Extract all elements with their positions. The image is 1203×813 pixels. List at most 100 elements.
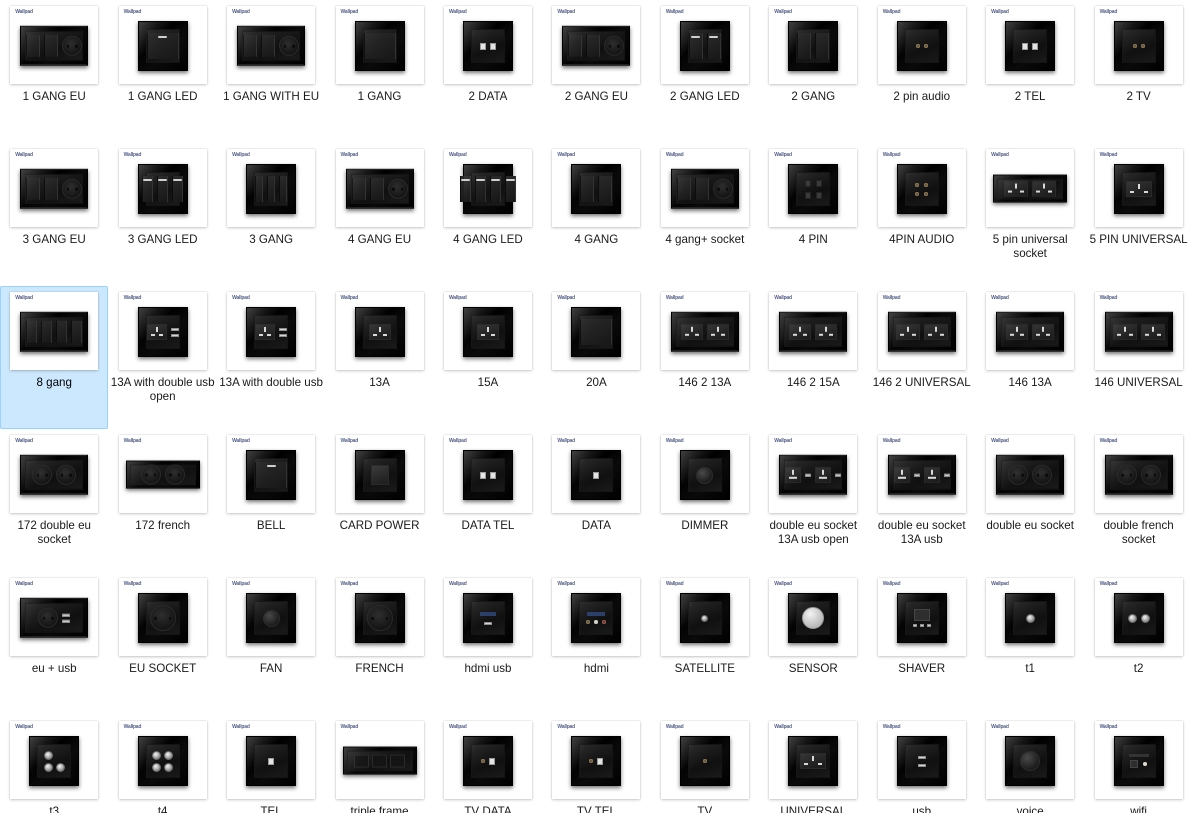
grid-item[interactable]: Wallpad 1 GANG LED bbox=[108, 0, 216, 143]
grid-item[interactable]: Wallpad 13A bbox=[325, 286, 433, 429]
device-panel bbox=[246, 164, 297, 214]
product-photo: Wallpad bbox=[769, 6, 858, 84]
device-face bbox=[796, 744, 831, 778]
grid-item[interactable]: Wallpad double eu socket bbox=[976, 429, 1084, 572]
product-photo: Wallpad bbox=[118, 578, 207, 656]
grid-item[interactable]: Wallpad SHAVER bbox=[868, 572, 976, 715]
grid-item[interactable]: Wallpad 4 GANG LED bbox=[434, 143, 542, 286]
grid-item[interactable]: Wallpad double french socket bbox=[1084, 429, 1192, 572]
device-face bbox=[1121, 601, 1156, 635]
grid-item[interactable]: Wallpad 2 GANG LED bbox=[651, 0, 759, 143]
grid-item[interactable]: Wallpad 1 GANG WITH EU bbox=[217, 0, 325, 143]
grid-item[interactable]: Wallpad 2 pin audio bbox=[868, 0, 976, 143]
device-panel bbox=[896, 736, 947, 786]
thumbnail: Wallpad bbox=[8, 434, 100, 514]
grid-item[interactable]: Wallpad 1 GANG bbox=[325, 0, 433, 143]
product-photo: Wallpad bbox=[118, 6, 207, 84]
watermark-logo: Wallpad bbox=[882, 8, 901, 16]
device-panel bbox=[1005, 21, 1056, 71]
device-panel bbox=[571, 736, 622, 786]
grid-item[interactable]: Wallpad usb bbox=[868, 715, 976, 813]
product-photo: Wallpad bbox=[227, 435, 316, 513]
grid-item[interactable]: Wallpad 172 french bbox=[108, 429, 216, 572]
grid-item[interactable]: Wallpad hdmi usb bbox=[434, 572, 542, 715]
grid-item[interactable]: Wallpad 146 2 UNIVERSAL bbox=[868, 286, 976, 429]
grid-item[interactable]: Wallpad 4PIN AUDIO bbox=[868, 143, 976, 286]
grid-item[interactable]: Wallpad t4 bbox=[108, 715, 216, 813]
item-label: 1 GANG WITH EU bbox=[223, 90, 320, 103]
grid-item[interactable]: Wallpad 172 double eu socket bbox=[0, 429, 108, 572]
grid-item[interactable]: Wallpad 4 PIN bbox=[759, 143, 867, 286]
grid-item[interactable]: Wallpad TV TEL bbox=[542, 715, 650, 813]
device-panel bbox=[137, 736, 188, 786]
grid-item[interactable]: Wallpad FAN bbox=[217, 572, 325, 715]
grid-item[interactable]: Wallpad 2 TEL bbox=[976, 0, 1084, 143]
grid-item[interactable]: Wallpad UNIVERSAL bbox=[759, 715, 867, 813]
grid-item[interactable]: Wallpad 1 GANG EU bbox=[0, 0, 108, 143]
grid-item[interactable]: Wallpad eu + usb bbox=[0, 572, 108, 715]
grid-item[interactable]: Wallpad wifi bbox=[1084, 715, 1192, 813]
grid-item[interactable]: Wallpad 4 gang+ socket bbox=[651, 143, 759, 286]
grid-item[interactable]: Wallpad 146 2 13A bbox=[651, 286, 759, 429]
grid-item[interactable]: Wallpad DATA TEL bbox=[434, 429, 542, 572]
device-panel bbox=[896, 21, 947, 71]
device-face bbox=[904, 172, 939, 206]
item-label: 2 DATA bbox=[468, 90, 508, 103]
grid-item[interactable]: Wallpad 5 PIN UNIVERSAL bbox=[1084, 143, 1192, 286]
watermark-logo: Wallpad bbox=[15, 580, 33, 588]
grid-item[interactable]: Wallpad 2 TV bbox=[1084, 0, 1192, 143]
thumbnail-grid[interactable]: Wallpad 1 GANG EU Wallpad 1 GANG LED Wallpad… bbox=[0, 0, 1203, 813]
grid-item[interactable]: Wallpad 3 GANG EU bbox=[0, 143, 108, 286]
device-panel bbox=[462, 450, 513, 500]
watermark-logo: Wallpad bbox=[232, 8, 250, 16]
grid-item[interactable]: Wallpad 20A bbox=[542, 286, 650, 429]
grid-item[interactable]: Wallpad 3 GANG LED bbox=[108, 143, 216, 286]
watermark-logo: Wallpad bbox=[232, 723, 250, 731]
grid-item[interactable]: Wallpad DIMMER bbox=[651, 429, 759, 572]
grid-item[interactable]: Wallpad 146 13A bbox=[976, 286, 1084, 429]
grid-item[interactable]: Wallpad 2 GANG EU bbox=[542, 0, 650, 143]
grid-item[interactable]: Wallpad BELL bbox=[217, 429, 325, 572]
grid-item[interactable]: Wallpad voice bbox=[976, 715, 1084, 813]
grid-item[interactable]: Wallpad TV bbox=[651, 715, 759, 813]
product-photo: Wallpad bbox=[769, 292, 858, 370]
grid-item[interactable]: Wallpad SATELLITE bbox=[651, 572, 759, 715]
grid-item[interactable]: Wallpad TEL bbox=[217, 715, 325, 813]
thumbnail: Wallpad bbox=[876, 291, 968, 371]
grid-item[interactable]: Wallpad 8 gang bbox=[0, 286, 109, 429]
grid-item[interactable]: Wallpad 4 GANG EU bbox=[325, 143, 433, 286]
thumbnail: Wallpad bbox=[117, 5, 209, 85]
device-panel bbox=[779, 454, 848, 495]
grid-item[interactable]: Wallpad DATA bbox=[542, 429, 650, 572]
grid-item[interactable]: Wallpad 13A with double usb bbox=[217, 286, 325, 429]
grid-item[interactable]: Wallpad 2 DATA bbox=[434, 0, 542, 143]
grid-item[interactable]: Wallpad TV DATA bbox=[434, 715, 542, 813]
grid-item[interactable]: Wallpad 5 pin universal socket bbox=[976, 143, 1084, 286]
grid-item[interactable]: Wallpad 2 GANG bbox=[759, 0, 867, 143]
grid-item[interactable]: Wallpad t2 bbox=[1084, 572, 1192, 715]
grid-item[interactable]: Wallpad 15A bbox=[434, 286, 542, 429]
grid-item[interactable]: Wallpad hdmi bbox=[542, 572, 650, 715]
product-photo: Wallpad bbox=[986, 435, 1075, 513]
device-face bbox=[25, 316, 84, 347]
device-panel bbox=[354, 593, 405, 643]
grid-item[interactable]: Wallpad 3 GANG bbox=[217, 143, 325, 286]
grid-item[interactable]: Wallpad EU SOCKET bbox=[108, 572, 216, 715]
grid-item[interactable]: Wallpad FRENCH bbox=[325, 572, 433, 715]
grid-item[interactable]: Wallpad 146 2 15A bbox=[759, 286, 867, 429]
grid-item[interactable]: Wallpad t3 bbox=[0, 715, 108, 813]
item-label: CARD POWER bbox=[339, 519, 420, 532]
grid-item[interactable]: Wallpad 146 UNIVERSAL bbox=[1084, 286, 1192, 429]
grid-item[interactable]: Wallpad triple frame bbox=[325, 715, 433, 813]
watermark-logo: Wallpad bbox=[15, 723, 33, 731]
grid-item[interactable]: Wallpad 13A with double usb open bbox=[108, 286, 216, 429]
device-panel bbox=[679, 450, 730, 500]
grid-item[interactable]: Wallpad double eu socket 13A usb open bbox=[759, 429, 867, 572]
grid-item[interactable]: Wallpad t1 bbox=[976, 572, 1084, 715]
device-panel bbox=[246, 593, 297, 643]
grid-item[interactable]: Wallpad SENSOR bbox=[759, 572, 867, 715]
grid-item[interactable]: Wallpad 4 GANG bbox=[542, 143, 650, 286]
item-label: 3 GANG bbox=[249, 233, 293, 246]
grid-item[interactable]: Wallpad CARD POWER bbox=[325, 429, 433, 572]
grid-item[interactable]: Wallpad double eu socket 13A usb bbox=[868, 429, 976, 572]
